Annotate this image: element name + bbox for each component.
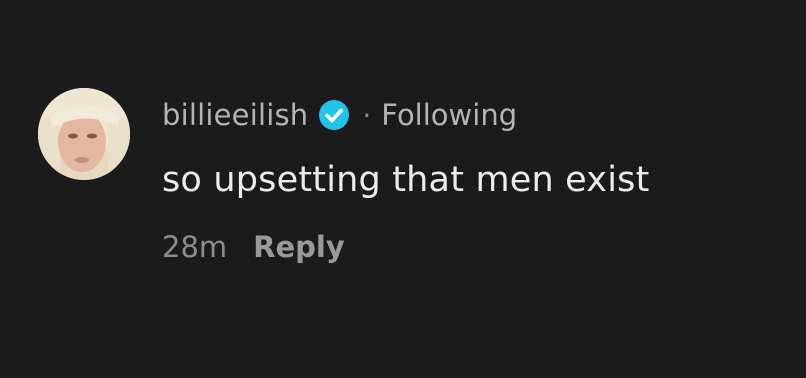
comment-item: billieeilish · Following so upsetting th… (0, 0, 806, 378)
avatar[interactable] (38, 88, 130, 180)
comment-meta: 28m Reply (162, 230, 345, 264)
following-status: Following (381, 98, 518, 132)
verified-badge-icon (318, 99, 350, 131)
reply-button[interactable]: Reply (253, 230, 345, 264)
separator-dot: · (362, 98, 372, 132)
comment-text: so upsetting that men exist (162, 160, 650, 200)
username-link[interactable]: billieeilish (162, 98, 308, 132)
comment-header: billieeilish · Following (162, 95, 517, 135)
comment-timestamp: 28m (162, 230, 228, 264)
user-avatar-icon (38, 88, 130, 180)
